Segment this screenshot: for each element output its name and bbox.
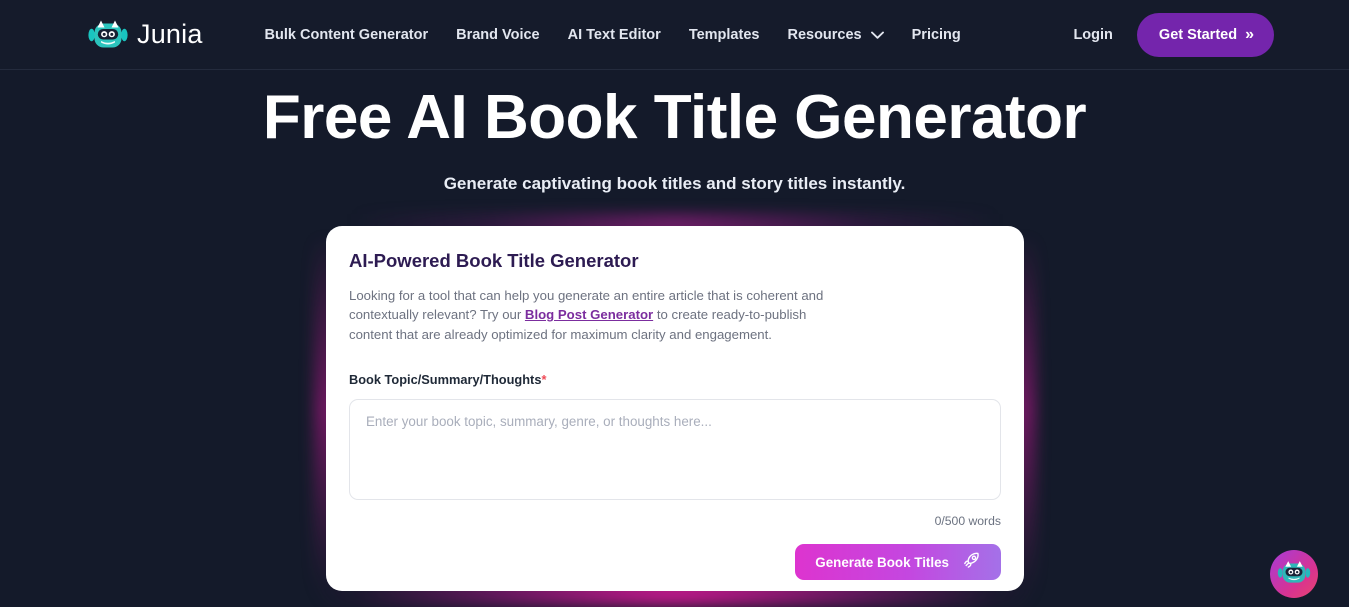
header-actions: Login Get Started » — [1073, 12, 1274, 57]
logo[interactable]: Junia — [88, 18, 203, 52]
word-count-label: 0/500 words — [934, 514, 1001, 529]
nav-label: Templates — [688, 26, 760, 43]
get-started-label: Get Started — [1158, 26, 1238, 43]
card-title: AI-Powered Book Title Generator — [349, 250, 639, 271]
nav-item-bulk-content-generator[interactable]: Bulk Content Generator — [265, 27, 429, 43]
generate-button-label: Generate Book Titles — [815, 554, 949, 570]
book-topic-input[interactable] — [349, 399, 1001, 501]
generator-card: AI-Powered Book Title Generator Looking … — [326, 226, 1024, 591]
page-title: Free AI Book Title Generator — [262, 83, 1087, 152]
card-description: Looking for a tool that can help you gen… — [349, 286, 849, 344]
required-marker: * — [541, 372, 547, 388]
nav-item-resources[interactable]: Resources — [787, 26, 884, 43]
junia-robot-mascot-icon — [88, 18, 128, 52]
field-label-text: Book Topic/Summary/Thoughts — [349, 372, 542, 388]
double-chevron-right-icon: » — [1245, 25, 1254, 43]
blog-post-generator-link[interactable]: Blog Post Generator — [525, 307, 653, 322]
page-subtitle: Generate captivating book titles and sto… — [443, 174, 906, 193]
logo-text: Junia — [137, 19, 203, 49]
chat-widget-button[interactable] — [1270, 550, 1318, 598]
login-link[interactable]: Login — [1073, 27, 1112, 43]
nav-item-templates[interactable]: Templates — [689, 27, 760, 43]
junia-robot-chat-icon — [1277, 557, 1311, 592]
nav-item-pricing[interactable]: Pricing — [912, 27, 961, 43]
submit-row: Generate Book Titles — [349, 544, 1001, 581]
main-nav: Bulk Content Generator Brand Voice AI Te… — [265, 27, 961, 43]
nav-label: Bulk Content Generator — [264, 26, 429, 43]
nav-item-ai-text-editor[interactable]: AI Text Editor — [568, 27, 661, 43]
nav-label: Pricing — [911, 26, 961, 43]
nav-label: Brand Voice — [456, 26, 540, 43]
page-root: Junia Bulk Content Generator Brand Voice… — [0, 0, 1349, 607]
site-header: Junia Bulk Content Generator Brand Voice… — [0, 0, 1349, 70]
generate-book-titles-button[interactable]: Generate Book Titles — [795, 544, 1001, 581]
nav-item-brand-voice[interactable]: Brand Voice — [456, 27, 540, 43]
chevron-down-icon — [870, 31, 884, 39]
book-topic-label: Book Topic/Summary/Thoughts* — [349, 372, 1000, 387]
get-started-button[interactable]: Get Started » — [1136, 12, 1274, 57]
rocket-icon — [962, 551, 981, 573]
nav-label: AI Text Editor — [567, 26, 661, 43]
nav-label: Resources — [787, 26, 862, 43]
